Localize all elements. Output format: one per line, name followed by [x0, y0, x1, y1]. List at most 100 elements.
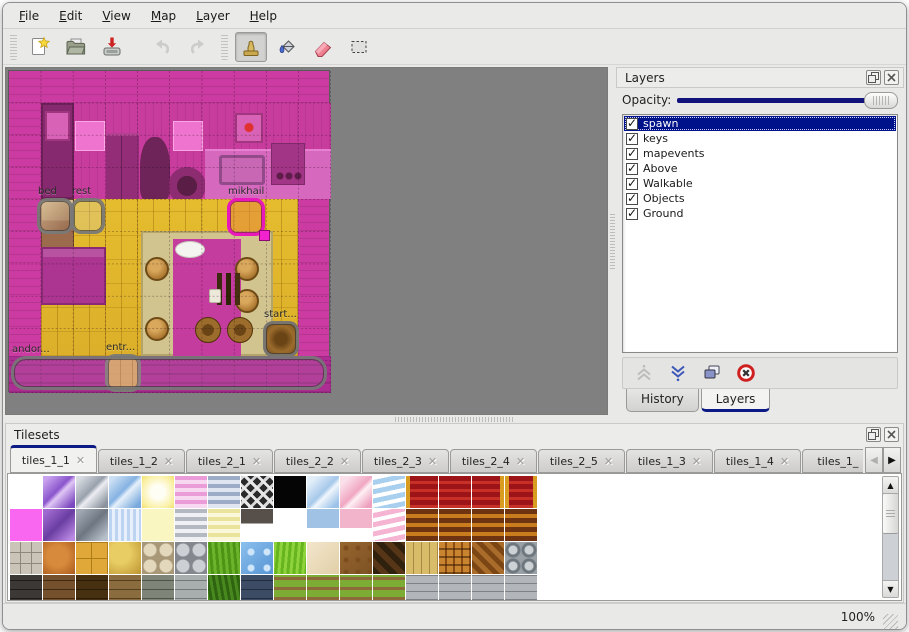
- save-map-button[interactable]: [96, 32, 128, 62]
- tab-close-icon[interactable]: [516, 455, 525, 468]
- tileset-tile[interactable]: [241, 575, 273, 601]
- tileset-tile[interactable]: [76, 575, 108, 601]
- horizontal-splitter[interactable]: [3, 415, 906, 423]
- bucket-fill-button[interactable]: [271, 32, 303, 62]
- tileset-tile[interactable]: [340, 509, 372, 541]
- tileset-tab[interactable]: tiles_1_3: [626, 449, 713, 473]
- map-canvas[interactable]: bed rest mikhail start... entr... andor.…: [8, 70, 330, 392]
- dock-tab[interactable]: History: [626, 389, 699, 412]
- tileset-tile[interactable]: [505, 542, 537, 574]
- scroll-up-button[interactable]: ▲: [883, 477, 898, 494]
- dock-tab[interactable]: Layers: [701, 389, 771, 412]
- tileset-tile[interactable]: [373, 509, 405, 541]
- new-map-button[interactable]: [24, 32, 56, 62]
- palette-scrollbar[interactable]: ▲ ▼: [882, 476, 899, 598]
- float-dock-button[interactable]: [866, 427, 881, 442]
- layer-list[interactable]: spawn keys mapevents Above Walkable Obje…: [622, 114, 898, 353]
- tileset-tile[interactable]: [406, 509, 438, 541]
- tileset-tab[interactable]: tiles_2_5: [538, 449, 625, 473]
- close-dock-button[interactable]: [884, 70, 899, 85]
- layer-visibility-checkbox[interactable]: [626, 133, 638, 145]
- tileset-tile[interactable]: [76, 476, 108, 508]
- tab-close-icon[interactable]: [604, 455, 613, 468]
- tileset-tile[interactable]: [439, 476, 471, 508]
- tileset-tile[interactable]: [307, 509, 339, 541]
- layer-row[interactable]: mapevents: [624, 146, 896, 161]
- tileset-tile[interactable]: [208, 575, 240, 601]
- tileset-tile[interactable]: [340, 542, 372, 574]
- tileset-tile[interactable]: [241, 476, 273, 508]
- tileset-tab[interactable]: tiles_1_2: [98, 449, 185, 473]
- tileset-tile[interactable]: [142, 575, 174, 601]
- rect-select-button[interactable]: [343, 32, 375, 62]
- tileset-tile[interactable]: [109, 476, 141, 508]
- tileset-tile[interactable]: [175, 509, 207, 541]
- tileset-tile[interactable]: [142, 509, 174, 541]
- tileset-tile[interactable]: [10, 476, 42, 508]
- tileset-tab[interactable]: tiles_1_: [802, 449, 863, 473]
- layer-row[interactable]: keys: [624, 131, 896, 146]
- tileset-tile[interactable]: [406, 542, 438, 574]
- layer-visibility-checkbox[interactable]: [626, 148, 638, 160]
- map-object[interactable]: bed: [37, 198, 73, 234]
- tileset-tile[interactable]: [373, 575, 405, 601]
- tileset-tile[interactable]: [406, 575, 438, 601]
- layer-row[interactable]: Walkable: [624, 176, 896, 191]
- tab-close-icon[interactable]: [164, 455, 173, 468]
- layer-visibility-checkbox[interactable]: [626, 208, 638, 220]
- lower-layer-button[interactable]: [665, 360, 691, 386]
- close-dock-button[interactable]: [884, 427, 899, 442]
- toolbar-drag-handle[interactable]: [221, 34, 228, 60]
- tileset-tile[interactable]: [472, 476, 504, 508]
- menu-item[interactable]: View: [92, 5, 140, 27]
- eraser-button[interactable]: [307, 32, 339, 62]
- tileset-tile[interactable]: [439, 509, 471, 541]
- tileset-tile[interactable]: [208, 509, 240, 541]
- layer-visibility-checkbox[interactable]: [626, 163, 638, 175]
- tileset-tile[interactable]: [406, 476, 438, 508]
- tileset-tile[interactable]: [241, 509, 273, 541]
- layer-row[interactable]: spawn: [624, 116, 896, 131]
- tab-close-icon[interactable]: [76, 454, 85, 467]
- tileset-tile[interactable]: [274, 476, 306, 508]
- tileset-tile[interactable]: [274, 542, 306, 574]
- tileset-tile[interactable]: [175, 542, 207, 574]
- delete-layer-button[interactable]: [733, 360, 759, 386]
- tileset-tile[interactable]: [472, 575, 504, 601]
- tileset-tile[interactable]: [142, 542, 174, 574]
- tab-close-icon[interactable]: [692, 455, 701, 468]
- tileset-tile[interactable]: [43, 476, 75, 508]
- map-object[interactable]: start...: [263, 321, 299, 357]
- redo-button[interactable]: [182, 32, 214, 62]
- tileset-tile[interactable]: [175, 476, 207, 508]
- tileset-tile[interactable]: [10, 542, 42, 574]
- tab-close-icon[interactable]: [252, 455, 261, 468]
- tileset-tile[interactable]: [43, 542, 75, 574]
- map-object[interactable]: mikhail: [227, 198, 265, 236]
- tileset-tile[interactable]: [43, 509, 75, 541]
- tileset-tile[interactable]: [340, 575, 372, 601]
- scrollbar-thumb[interactable]: [883, 494, 898, 534]
- slider-handle[interactable]: [864, 92, 898, 109]
- duplicate-layer-button[interactable]: [699, 360, 725, 386]
- tileset-tile[interactable]: [109, 509, 141, 541]
- tileset-tile[interactable]: [439, 542, 471, 574]
- resize-grip[interactable]: [883, 614, 898, 629]
- tileset-tile[interactable]: [208, 542, 240, 574]
- float-dock-button[interactable]: [866, 70, 881, 85]
- scroll-tabs-right-button[interactable]: ▶: [883, 447, 901, 473]
- tileset-tile[interactable]: [307, 476, 339, 508]
- layer-row[interactable]: Above: [624, 161, 896, 176]
- open-map-button[interactable]: [60, 32, 92, 62]
- tileset-tile[interactable]: [373, 476, 405, 508]
- tileset-tab[interactable]: tiles_1_1: [10, 445, 97, 473]
- layer-row[interactable]: Ground: [624, 206, 896, 221]
- map-object[interactable]: rest: [71, 198, 105, 234]
- tileset-tile[interactable]: [472, 509, 504, 541]
- tileset-tile[interactable]: [76, 542, 108, 574]
- tileset-tab[interactable]: tiles_2_2: [274, 449, 361, 473]
- opacity-slider[interactable]: [677, 92, 898, 109]
- tileset-tile[interactable]: [10, 509, 42, 541]
- layer-visibility-checkbox[interactable]: [626, 193, 638, 205]
- tileset-tile[interactable]: [76, 509, 108, 541]
